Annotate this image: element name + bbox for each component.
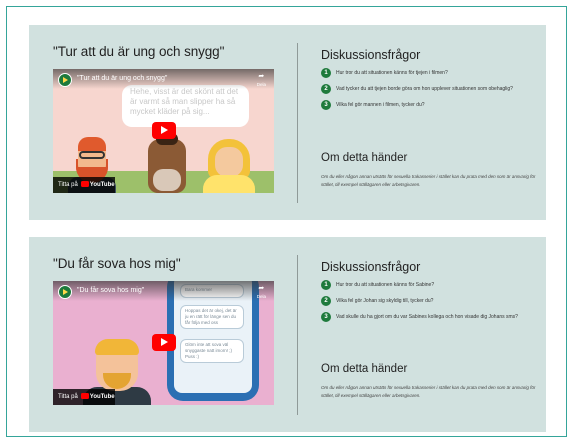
number-badge-3: 3 [321,100,331,110]
youtube-icon [80,393,89,399]
card-title: "Du får sova hos mig" [53,256,181,271]
about-heading: Om detta händer [321,363,408,375]
number-badge-1: 1 [321,280,331,290]
watch-on-youtube-button[interactable]: Titta på YouTube [53,389,115,405]
man-hair-illustration [95,339,139,355]
question-item: 3 Vilka fel gör mannen i filmen, tycker … [321,100,536,110]
question-item: 1 Hur tror du att situationen känns för … [321,68,536,78]
glasses-illustration [79,151,105,159]
video-title[interactable]: "Du får sova hos mig" [77,287,144,294]
number-badge-2: 2 [321,296,331,306]
youtube-label: YouTube [89,394,115,400]
man-hair-illustration [78,137,106,151]
about-text: Om du eller någon annan utsätts för sexu… [321,385,536,398]
channel-logo-icon[interactable] [58,285,72,299]
watch-on-label: Titta på [58,182,78,188]
video-card: "Du får sova hos mig" Bara kommer Hoppas… [29,237,546,432]
divider [297,43,298,203]
youtube-icon [80,181,89,187]
questions-heading: Diskussionsfrågor [321,260,421,274]
about-heading: Om detta händer [321,152,408,164]
woman-illustration [203,175,255,193]
questions-list: 1 Hur tror du att situationen känns för … [321,280,536,328]
divider [297,255,298,415]
question-item: 2 Vilka fel gör Johan sig skyldig till, … [321,296,536,306]
share-icon[interactable]: ➦ Dela [257,285,266,301]
question-text: Vad skulle du ha gjort om du var Sabines… [336,314,518,320]
youtube-label: YouTube [89,182,115,188]
number-badge-2: 2 [321,84,331,94]
share-label: Dela [256,82,266,87]
play-button[interactable] [151,122,176,139]
video-player[interactable]: Hehe, visst är det skönt att det är varm… [53,69,274,193]
chat-message: Glöm inte att sova väl snyggaste natt im… [180,339,244,363]
number-badge-3: 3 [321,312,331,322]
question-item: 1 Hur tror du att situationen känns för … [321,280,536,290]
questions-list: 1 Hur tror du att situationen känns för … [321,68,536,116]
share-icon[interactable]: ➦ Dela [257,73,266,89]
about-text: Om du eller någon annan utsätts för sexu… [321,174,536,187]
watch-on-youtube-button[interactable]: Titta på YouTube [53,177,115,193]
video-title[interactable]: "Tur att du är ung och snygg" [77,75,167,82]
questions-heading: Diskussionsfrågor [321,48,421,62]
question-text: Hur tror du att situationen känns för tj… [336,70,448,76]
card-title: "Tur att du är ung och snygg" [53,44,225,59]
question-text: Vad tycker du att tjejen borde göra om h… [336,86,513,92]
watch-on-label: Titta på [58,394,78,400]
share-label: Dela [256,294,266,299]
play-button[interactable] [151,334,176,351]
question-item: 3 Vad skulle du ha gjort om du var Sabin… [321,312,536,322]
horse-nose-illustration [153,169,181,191]
question-text: Hur tror du att situationen känns för Sa… [336,282,435,288]
question-text: Vilka fel gör mannen i filmen, tycker du… [336,102,425,108]
channel-logo-icon[interactable] [58,73,72,87]
chat-message: Hoppas det är okej, det är ju en rätt fö… [180,305,244,329]
woman-face-illustration [215,147,243,177]
speech-bubble: Hehe, visst är det skönt att det är varm… [122,85,249,127]
video-player[interactable]: Bara kommer Hoppas det är okej, det är j… [53,281,274,405]
number-badge-1: 1 [321,68,331,78]
question-item: 2 Vad tycker du att tjejen borde göra om… [321,84,536,94]
video-card: "Tur att du är ung och snygg" Hehe, viss… [29,25,546,220]
question-text: Vilka fel gör Johan sig skyldig till, ty… [336,298,434,304]
